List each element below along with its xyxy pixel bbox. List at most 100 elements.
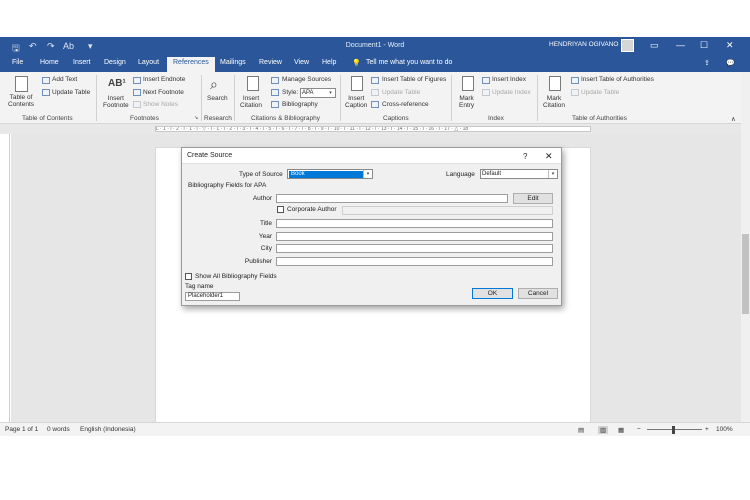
style-dropdown[interactable]: APA ▾	[300, 88, 336, 98]
insert-table-of-figures-icon	[371, 77, 379, 84]
comments-icon[interactable]: 💬	[726, 59, 735, 67]
table-of-contents-button[interactable]: Table of Contents	[8, 94, 34, 108]
group-table-of-authorities: Table of Authorities	[572, 115, 627, 122]
insert-caption-button[interactable]: Insert Caption	[345, 95, 367, 109]
insert-caption-icon	[351, 76, 363, 91]
ribbon-divider	[537, 75, 538, 121]
tab-mailings[interactable]: Mailings	[220, 59, 246, 66]
print-layout-icon[interactable]: ▥	[598, 426, 609, 434]
show-notes-button[interactable]: Show Notes	[143, 101, 178, 108]
tab-insert[interactable]: Insert	[73, 59, 91, 66]
ribbon-divider	[201, 75, 202, 121]
tag-name-field[interactable]: Placeholder1	[185, 292, 240, 301]
corporate-author-checkbox[interactable]	[277, 206, 284, 213]
cross-reference-button[interactable]: Cross-reference	[382, 101, 429, 108]
city-label: City	[260, 245, 272, 252]
dialog-launcher-icon[interactable]: ↘	[194, 115, 198, 121]
title-field[interactable]	[276, 219, 553, 228]
update-table-button[interactable]: Update Table	[52, 89, 90, 96]
group-research: Research	[204, 115, 232, 122]
next-footnote-icon	[133, 89, 141, 96]
update-table-icon	[571, 89, 579, 96]
ribbon-tabs: File Home Insert Design Layout Reference…	[0, 56, 750, 72]
web-layout-icon[interactable]: ▦	[618, 426, 624, 434]
page-count[interactable]: Page 1 of 1	[5, 426, 38, 433]
read-mode-icon[interactable]: ▤	[578, 426, 584, 434]
style-icon	[271, 89, 279, 96]
group-table-of-contents: Table of Contents	[22, 115, 73, 122]
insert-table-of-authorities-button[interactable]: Insert Table of Authorities	[581, 76, 654, 83]
insert-endnote-icon	[133, 77, 141, 84]
mark-entry-button[interactable]: Mark Entry	[459, 95, 474, 109]
update-index-button[interactable]: Update Index	[492, 89, 531, 96]
search-icon: ⌕	[210, 76, 218, 92]
author-label: Author	[252, 195, 272, 202]
tab-view[interactable]: View	[294, 59, 309, 66]
vertical-ruler[interactable]	[1, 134, 10, 422]
close-button[interactable]: ✕	[545, 151, 553, 162]
tab-review[interactable]: Review	[259, 59, 282, 66]
tab-references[interactable]: References	[167, 57, 215, 72]
search-button[interactable]: Search	[207, 95, 228, 102]
ok-button[interactable]: OK	[472, 288, 513, 299]
insert-footnote-button[interactable]: Insert Footnote	[103, 95, 129, 109]
chevron-down-icon: ▾	[363, 170, 372, 178]
proofing-language[interactable]: English (Indonesia)	[80, 426, 136, 433]
language-dropdown[interactable]: Default ▾	[480, 169, 558, 179]
next-footnote-button[interactable]: Next Footnote	[143, 89, 184, 96]
maximize-icon[interactable]: ☐	[700, 40, 708, 51]
cross-reference-icon	[371, 101, 379, 108]
year-field[interactable]	[276, 232, 553, 241]
avatar[interactable]	[621, 39, 634, 52]
bibliography-button[interactable]: Bibliography	[282, 101, 318, 108]
update-table-button[interactable]: Update Table	[382, 89, 420, 96]
zoom-out-button[interactable]: −	[637, 426, 641, 433]
zoom-slider-thumb[interactable]	[672, 426, 675, 434]
update-table-button[interactable]: Update Table	[581, 89, 619, 96]
minimize-icon[interactable]: —	[676, 40, 685, 50]
collapse-ribbon-icon[interactable]: ∧	[731, 115, 736, 123]
scrollbar-thumb[interactable]	[742, 234, 749, 314]
tab-design[interactable]: Design	[104, 59, 126, 66]
tell-me-box[interactable]: Tell me what you want to do	[366, 59, 452, 66]
cancel-button[interactable]: Cancel	[518, 288, 558, 299]
group-citations-bibliography: Citations & Bibliography	[251, 115, 321, 122]
publisher-field[interactable]	[276, 257, 553, 266]
ribbon: Table of Contents Add Text Update Table …	[0, 72, 750, 124]
insert-index-button[interactable]: Insert Index	[492, 76, 526, 83]
tab-file[interactable]: File	[12, 59, 23, 66]
add-text-button[interactable]: Add Text	[52, 76, 77, 83]
language-label: Language	[446, 171, 475, 178]
type-of-source-dropdown[interactable]: Book ▾	[287, 169, 373, 179]
insert-table-of-figures-button[interactable]: Insert Table of Figures	[382, 76, 446, 83]
tab-home[interactable]: Home	[40, 59, 59, 66]
manage-sources-button[interactable]: Manage Sources	[282, 76, 331, 83]
help-button[interactable]: ?	[523, 152, 527, 161]
mark-citation-button[interactable]: Mark Citation	[543, 95, 565, 109]
city-field[interactable]	[276, 244, 553, 253]
zoom-in-button[interactable]: +	[705, 426, 709, 433]
insert-citation-button[interactable]: Insert Citation	[240, 95, 262, 109]
table-of-contents-icon	[15, 76, 28, 92]
close-icon[interactable]: ✕	[726, 40, 734, 51]
tab-layout[interactable]: Layout	[138, 59, 159, 66]
tab-help[interactable]: Help	[322, 59, 336, 66]
word-count[interactable]: 0 words	[47, 426, 70, 433]
edit-button[interactable]: Edit	[513, 193, 553, 204]
publisher-label: Publisher	[244, 258, 272, 265]
zoom-level[interactable]: 100%	[716, 426, 733, 433]
show-all-fields-checkbox[interactable]	[185, 273, 192, 280]
author-field[interactable]	[276, 194, 508, 203]
ruler-scale[interactable]: L · 1 · ı · 2 · ı · 1 · ı · ▽ · ı · 1 · …	[155, 126, 591, 132]
year-label: Year	[258, 233, 272, 240]
ribbon-divider	[234, 75, 235, 121]
user-name[interactable]: HENDRIYAN OGIVANO	[549, 41, 618, 48]
ribbon-display-options-icon[interactable]: ▭	[650, 40, 659, 51]
vertical-scrollbar[interactable]	[741, 72, 750, 422]
title-label: Title	[259, 220, 272, 227]
mark-entry-icon	[462, 76, 474, 91]
corporate-author-field[interactable]	[342, 206, 553, 215]
share-icon[interactable]: ⇪	[704, 59, 710, 67]
insert-endnote-button[interactable]: Insert Endnote	[143, 76, 185, 83]
group-footnotes: Footnotes	[130, 115, 159, 122]
